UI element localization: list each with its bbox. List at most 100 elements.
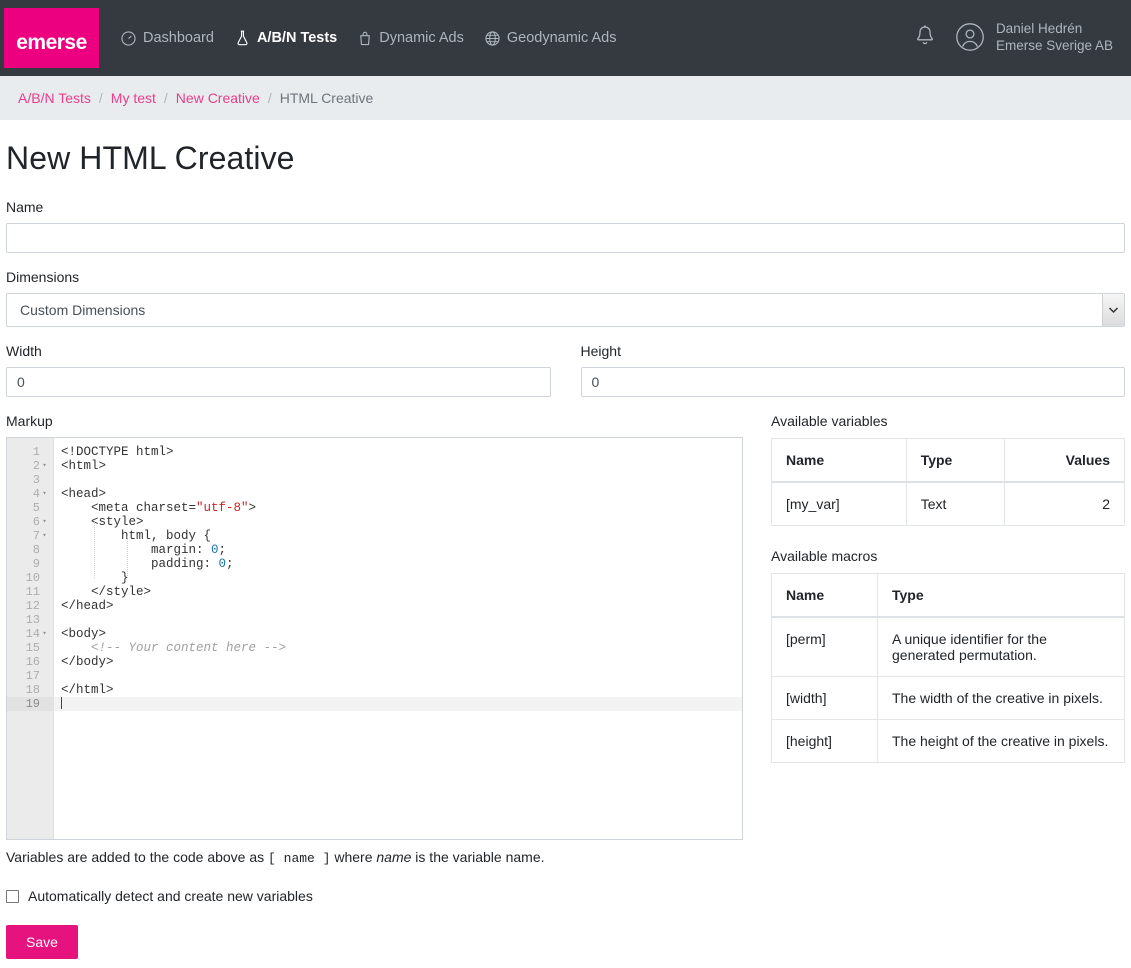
table-header-row: Name Type — [771, 573, 1125, 618]
globe-icon — [485, 30, 500, 46]
table-row: [height] The height of the creative in p… — [771, 719, 1125, 763]
editor-gutter-filler — [7, 795, 53, 809]
available-macros-title: Available macros — [771, 548, 878, 564]
user-name: Daniel Hedrén — [995, 21, 1083, 37]
editor-code-line — [54, 669, 742, 683]
editor-line-number: 15 — [25, 641, 40, 655]
help-text-prefix: Variables are added to the code above as — [6, 849, 269, 865]
editor-gutter-filler — [7, 809, 53, 823]
name-input[interactable] — [6, 223, 1125, 253]
available-variables-title: Available variables — [771, 413, 888, 429]
speedometer-icon — [121, 30, 136, 46]
dimensions-label: Dimensions — [6, 269, 80, 285]
top-navbar: emerse Dashboard A/B/N Tests Dynamic Ads — [0, 0, 1131, 76]
nav-item-dynamic-ads[interactable]: Dynamic Ads — [358, 30, 464, 46]
editor-code-line: </style> — [61, 585, 152, 599]
column-header-name: Name — [771, 573, 878, 618]
bell-icon[interactable] — [913, 24, 937, 53]
markup-code-editor[interactable]: 1 2 ▾ 3 4 ▾ 5 6 ▾ 7 ▾ 8 9 10 11 12 13 14 ▾ 15 16 17 18 19 <!DOC… — [6, 437, 743, 840]
macro-name: [perm] — [771, 616, 878, 677]
editor-line-number: 1 — [32, 445, 40, 459]
editor-line-number: 5 — [32, 501, 40, 515]
primary-nav: Dashboard A/B/N Tests Dynamic Ads Geodyn… — [121, 30, 617, 46]
breadcrumb-separator: / — [98, 90, 103, 106]
user-company: Emerse Sverige AB — [995, 38, 1113, 53]
editor-code-line: <head> — [61, 487, 107, 501]
editor-code-line: <style> — [61, 515, 144, 529]
dimensions-field-group: Dimensions Custom Dimensions — [6, 269, 1125, 327]
navbar-right: Daniel Hedrén Emerse Sverige AB — [913, 0, 1113, 76]
height-label: Height — [580, 343, 621, 359]
breadcrumb: A/B/N Tests / My test / New Creative / H… — [0, 76, 1131, 120]
height-input[interactable] — [580, 367, 1125, 397]
markup-and-reference: Markup 1 2 ▾ 3 4 ▾ 5 6 ▾ 7 ▾ 8 9 10 11 12 13 14 ▾ 15 16 17 18 1… — [6, 413, 1125, 959]
editor-code-line: } — [61, 571, 129, 585]
nav-label: Geodynamic Ads — [506, 30, 617, 46]
editor-code-line: </html> — [61, 683, 114, 697]
nav-label: A/B/N Tests — [256, 30, 338, 46]
width-field-group: Width — [6, 343, 551, 397]
nav-item-dashboard[interactable]: Dashboard — [121, 30, 214, 46]
editor-code-line: margin: 0; — [61, 543, 227, 557]
editor-code-area[interactable]: <!DOCTYPE html> <html> <head> <meta chars… — [54, 438, 742, 839]
editor-code-line: <meta charset="utf-8"> — [61, 501, 257, 515]
editor-line-number: 14 ▾ — [25, 627, 47, 641]
width-input[interactable] — [6, 367, 551, 397]
indent-guide — [94, 522, 95, 578]
editor-line-number: 9 — [32, 557, 40, 571]
editor-code-line — [54, 613, 742, 627]
page-title: New HTML Creative — [6, 140, 295, 176]
user-menu[interactable]: Daniel Hedrén Emerse Sverige AB — [955, 21, 1113, 55]
editor-code-line: <body> — [61, 627, 107, 641]
editor-line-number: 13 — [25, 613, 40, 627]
macro-description: The height of the creative in pixels. — [877, 719, 1125, 763]
editor-code-line: <!-- Your content here --> — [91, 641, 287, 655]
auto-detect-row: Automatically detect and create new vari… — [6, 888, 743, 904]
editor-line-number: 19 — [7, 697, 53, 711]
breadcrumb-item-html-creative: HTML Creative — [279, 90, 374, 106]
editor-line-number: 12 — [25, 599, 40, 613]
macro-description: The width of the creative in pixels. — [877, 676, 1125, 720]
breadcrumb-item-my-test[interactable]: My test — [111, 90, 156, 106]
page-content: New HTML Creative Name Dimensions Custom… — [0, 140, 1131, 959]
dimensions-select[interactable]: Custom Dimensions — [6, 293, 1125, 327]
editor-code-line — [54, 697, 742, 711]
editor-line-number: 17 — [25, 669, 40, 683]
nav-item-abn-tests[interactable]: A/B/N Tests — [235, 30, 337, 46]
table-row: [my_var] Text 2 — [771, 481, 1125, 526]
dimension-inputs: Width Height — [6, 343, 1125, 397]
editor-code-line: <html> — [61, 459, 107, 473]
breadcrumb-separator: / — [163, 90, 168, 106]
help-text-middle: where — [330, 849, 377, 865]
editor-line-number: 18 — [25, 683, 40, 697]
markup-column: Markup 1 2 ▾ 3 4 ▾ 5 6 ▾ 7 ▾ 8 9 10 11 12 13 14 ▾ 15 16 17 18 1… — [6, 413, 743, 959]
nav-item-geodynamic-ads[interactable]: Geodynamic Ads — [485, 30, 617, 46]
editor-line-number: 8 — [32, 543, 40, 557]
chevron-down-icon[interactable] — [1102, 294, 1124, 326]
editor-line-number: 6 ▾ — [32, 515, 47, 529]
editor-code-line: </head> — [61, 599, 114, 613]
auto-detect-checkbox[interactable] — [6, 889, 19, 903]
help-text-token: [ name ] — [268, 851, 331, 866]
auto-detect-label[interactable]: Automatically detect and create new vari… — [28, 888, 313, 904]
editor-line-numbers: 1 2 ▾ 3 4 ▾ 5 6 ▾ 7 ▾ 8 9 10 11 12 13 14 ▾ 15 16 17 18 19 — [7, 438, 54, 839]
editor-code-line: padding: 0; — [61, 557, 234, 571]
save-button[interactable]: Save — [6, 925, 78, 959]
help-text-suffix: is the variable name. — [411, 849, 545, 865]
breadcrumb-item-new-creative[interactable]: New Creative — [176, 90, 260, 106]
brand-logo[interactable]: emerse — [4, 8, 99, 68]
name-label: Name — [6, 199, 44, 215]
editor-gutter-filler — [7, 725, 53, 739]
editor-gutter-filler — [7, 753, 53, 767]
editor-gutter-filler — [7, 781, 53, 795]
user-circle-icon — [955, 22, 985, 55]
name-field-group: Name — [6, 199, 1125, 253]
nav-label: Dashboard — [143, 30, 214, 46]
brand-name: emerse — [16, 30, 87, 54]
breadcrumb-item-abn-tests[interactable]: A/B/N Tests — [18, 90, 91, 106]
dimensions-selected-value: Custom Dimensions — [20, 302, 146, 318]
variable-values: 2 — [1004, 481, 1125, 526]
available-macros-table: Name Type [perm] A unique identifier for… — [771, 573, 1125, 763]
column-header-values: Values — [1004, 438, 1125, 483]
editor-code-line: <!DOCTYPE html> — [61, 445, 174, 459]
